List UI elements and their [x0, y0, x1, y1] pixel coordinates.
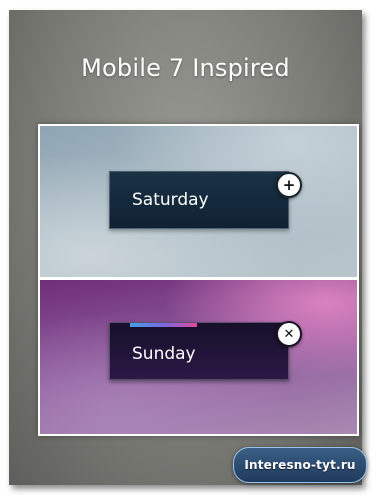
panel-purple: Sunday ✕ [40, 280, 357, 434]
close-icon[interactable]: ✕ [276, 321, 302, 347]
plus-icon[interactable]: + [276, 172, 302, 198]
page-title: Mobile 7 Inspired [81, 54, 290, 82]
preview-frame: Saturday + Sunday ✕ [38, 124, 359, 436]
accent-bar [130, 323, 197, 327]
panel-blue: Saturday + [40, 126, 357, 277]
watermark-logo: Interesno-tyt.ru [233, 447, 367, 483]
showcase-card: Mobile 7 Inspired Saturday + Sunday ✕ [9, 10, 362, 485]
tile-saturday[interactable]: Saturday [109, 171, 289, 229]
tile-label-saturday: Saturday [132, 190, 209, 210]
tile-sunday[interactable]: Sunday [109, 322, 289, 380]
tile-label-sunday: Sunday [132, 344, 196, 364]
